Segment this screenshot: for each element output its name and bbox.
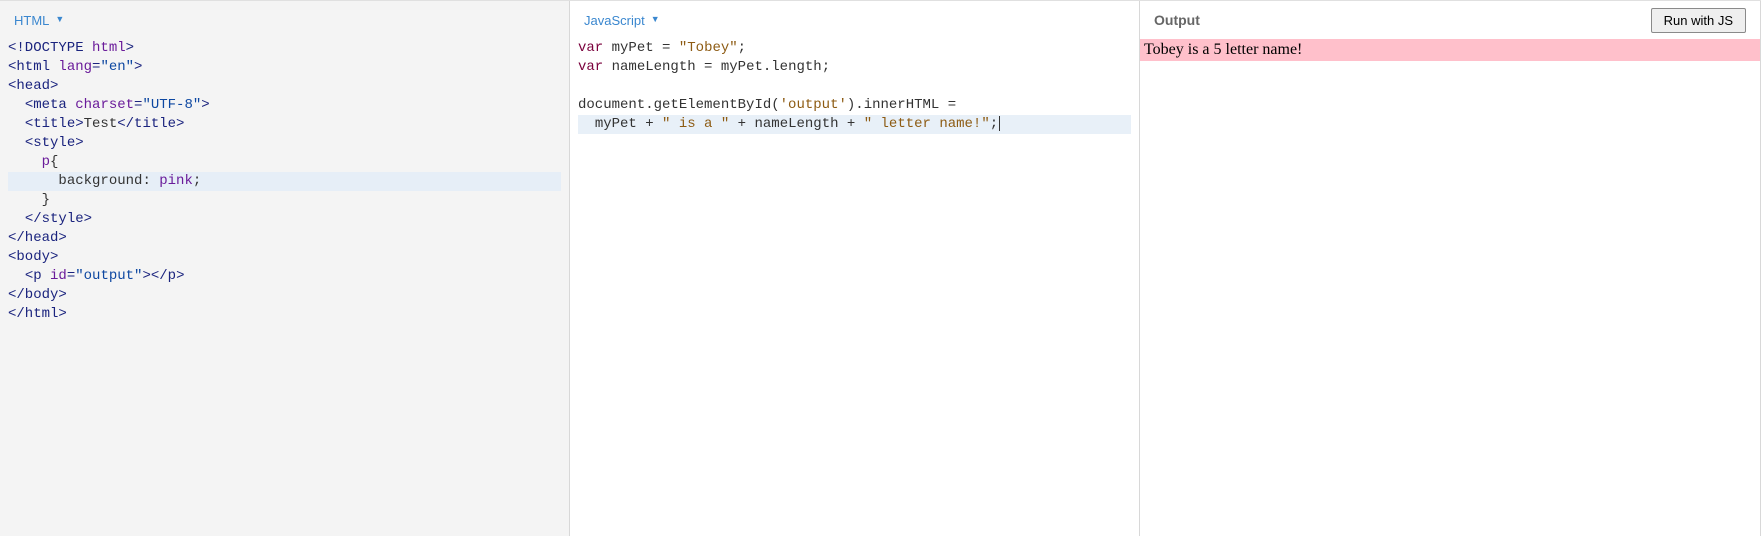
html-panel: HTML ▼ <!DOCTYPE html><html lang="en"><h… <box>0 1 570 536</box>
code-line[interactable]: </body> <box>8 286 561 305</box>
output-body: Tobey is a 5 letter name! <box>1140 39 1760 536</box>
code-line[interactable]: <html lang="en"> <box>8 58 561 77</box>
code-line[interactable]: var nameLength = myPet.length; <box>578 58 1131 77</box>
javascript-panel-tab[interactable]: JavaScript ▼ <box>570 1 1139 39</box>
code-line[interactable]: p{ <box>8 153 561 172</box>
output-panel-label: Output <box>1154 12 1200 28</box>
output-panel: Output Run with JS Tobey is a 5 letter n… <box>1140 1 1761 536</box>
html-panel-label: HTML <box>14 13 49 28</box>
code-line[interactable]: <p id="output"></p> <box>8 267 561 286</box>
code-line[interactable]: document.getElementById('output').innerH… <box>578 96 1131 115</box>
code-line[interactable]: myPet + " is a " + nameLength + " letter… <box>578 115 1131 134</box>
code-line[interactable]: background: pink; <box>8 172 561 191</box>
chevron-down-icon: ▼ <box>651 14 660 24</box>
text-cursor <box>999 116 1000 131</box>
code-line[interactable]: </style> <box>8 210 561 229</box>
code-line[interactable]: } <box>8 191 561 210</box>
code-line[interactable]: <meta charset="UTF-8"> <box>8 96 561 115</box>
run-with-js-button[interactable]: Run with JS <box>1651 8 1746 33</box>
code-line[interactable]: <body> <box>8 248 561 267</box>
javascript-panel-label: JavaScript <box>584 13 645 28</box>
code-line[interactable]: <!DOCTYPE html> <box>8 39 561 58</box>
chevron-down-icon: ▼ <box>55 14 64 24</box>
javascript-code-editor[interactable]: var myPet = "Tobey";var nameLength = myP… <box>570 39 1139 536</box>
code-line[interactable]: </html> <box>8 305 561 324</box>
code-line[interactable] <box>578 77 1131 96</box>
output-result-text: Tobey is a 5 letter name! <box>1140 39 1760 61</box>
html-code-editor[interactable]: <!DOCTYPE html><html lang="en"><head> <m… <box>0 39 569 536</box>
code-line[interactable]: <style> <box>8 134 561 153</box>
javascript-panel: JavaScript ▼ var myPet = "Tobey";var nam… <box>570 1 1140 536</box>
code-line[interactable]: var myPet = "Tobey"; <box>578 39 1131 58</box>
code-line[interactable]: <head> <box>8 77 561 96</box>
editor-panels: HTML ▼ <!DOCTYPE html><html lang="en"><h… <box>0 1 1761 536</box>
code-line[interactable]: <title>Test</title> <box>8 115 561 134</box>
html-panel-tab[interactable]: HTML ▼ <box>0 1 569 39</box>
output-panel-header: Output Run with JS <box>1140 1 1760 39</box>
code-line[interactable]: </head> <box>8 229 561 248</box>
